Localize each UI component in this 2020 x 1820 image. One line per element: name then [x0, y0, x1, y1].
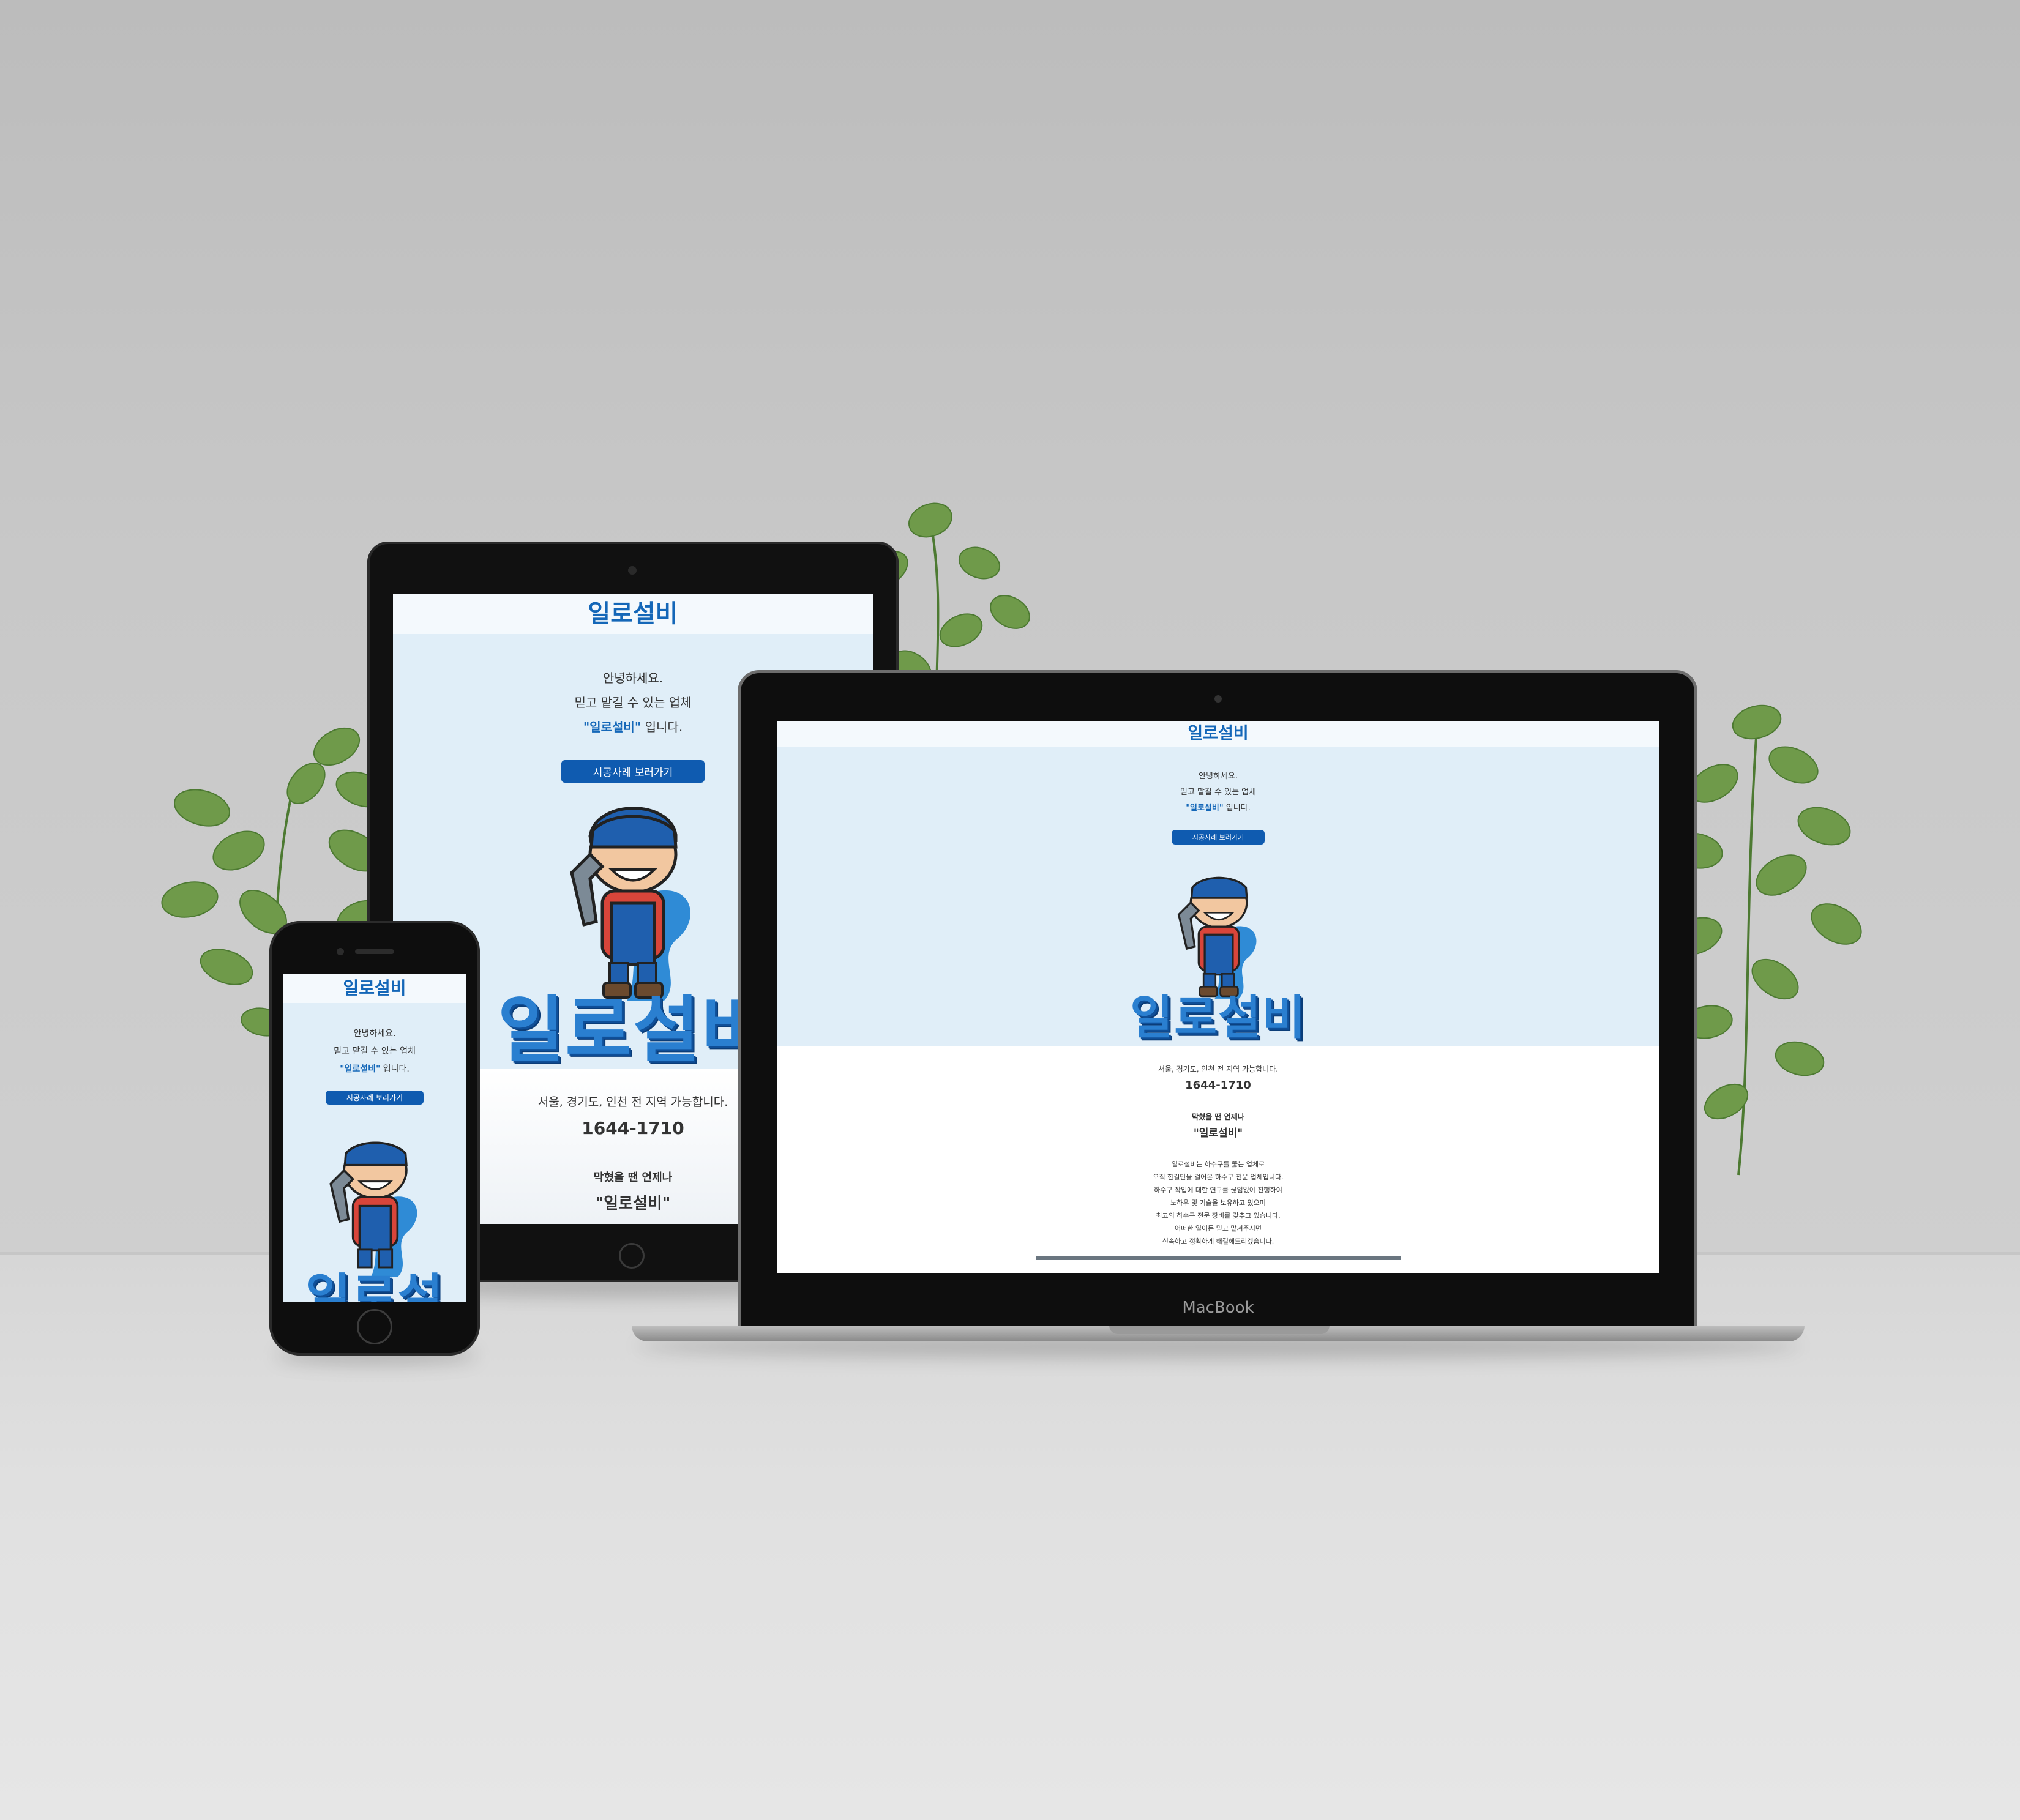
- site-logo[interactable]: 일로설비: [1188, 724, 1248, 743]
- hero-greeting: 안녕하세요.: [1199, 772, 1238, 781]
- hero-subtitle: 믿고 맡길 수 있는 업체: [1180, 788, 1257, 797]
- service-regions: 서울, 경기도, 인천 전 지역 가능합니다.: [1158, 1065, 1279, 1073]
- hero-subtitle: 믿고 맡길 수 있는 업체: [334, 1046, 416, 1056]
- mascot-plumber-icon: [1177, 876, 1257, 999]
- site-logo[interactable]: 일로설비: [343, 978, 406, 998]
- tablet-home-button[interactable]: [619, 1243, 645, 1269]
- phone-speaker: [355, 949, 394, 954]
- laptop-screen[interactable]: 일로설비 안녕하세요. 믿고 맡길 수 있는 업체 "일로설비" 입니다. 시공…: [777, 721, 1659, 1273]
- mascot-plumber-icon: [570, 807, 690, 1001]
- tablet-camera: [628, 566, 637, 575]
- gallery-strip: [1036, 1256, 1401, 1260]
- portfolio-button[interactable]: 시공사례 보러가기: [561, 760, 705, 783]
- about-line: 노하우 및 기술을 보유하고 있으며: [1170, 1199, 1266, 1207]
- about-line: 하수구 작업에 대한 연구를 끊임없이 진행하여: [1154, 1186, 1282, 1194]
- about-line: 최고의 하수구 전문 장비를 갖추고 있습니다.: [1156, 1212, 1281, 1220]
- portfolio-button[interactable]: 시공사례 보러가기: [325, 1091, 424, 1105]
- mascot-plumber-icon: [329, 1141, 417, 1277]
- slogan-line2: "일로설비": [1193, 1127, 1243, 1139]
- portfolio-button[interactable]: 시공사례 보러가기: [1171, 830, 1265, 845]
- contact-section: 서울, 경기도, 인천 전 지역 가능합니다. 1644-1710 막혔을 땐 …: [777, 1046, 1659, 1273]
- hero-section: 안녕하세요. 믿고 맡길 수 있는 업체 "일로설비" 입니다. 시공사례 보러…: [283, 1003, 466, 1302]
- phone-device: 일로설비 안녕하세요. 믿고 맡길 수 있는 업체 "일로설비" 입니다. 시공…: [269, 921, 480, 1356]
- phone-number[interactable]: 1644-1710: [777, 1079, 1659, 1092]
- hero-company-line: "일로설비" 입니다.: [340, 1064, 410, 1074]
- phone-screen[interactable]: 일로설비 안녕하세요. 믿고 맡길 수 있는 업체 "일로설비" 입니다. 시공…: [283, 974, 466, 1302]
- about-line: 어떠한 일이든 믿고 맡겨주시면: [1174, 1225, 1262, 1233]
- about-text: 일로설비는 하수구를 뚫는 업체로 오직 한길만을 걸어온 하수구 전문 업체입…: [777, 1158, 1659, 1248]
- about-line: 신속하고 정확하게 해결해드리겠습니다.: [1162, 1237, 1274, 1245]
- site-header: 일로설비: [393, 594, 873, 634]
- slogan-line1: 막혔을 땐 언제나: [1192, 1113, 1244, 1121]
- phone-home-button[interactable]: [357, 1309, 392, 1344]
- about-line: 오직 한길만을 걸어온 하수구 전문 업체입니다.: [1153, 1173, 1284, 1181]
- site-header: 일로설비: [777, 721, 1659, 747]
- site-logo[interactable]: 일로설비: [588, 600, 678, 628]
- hero-section: 안녕하세요. 믿고 맡길 수 있는 업체 "일로설비" 입니다. 시공사례 보러…: [777, 747, 1659, 1046]
- laptop-camera: [1214, 695, 1222, 703]
- hero-company-line: "일로설비" 입니다.: [1186, 804, 1251, 813]
- laptop-hinge-notch: [1109, 1326, 1330, 1334]
- hero-greeting: 안녕하세요.: [353, 1029, 396, 1039]
- laptop-device: 일로설비 안녕하세요. 믿고 맡길 수 있는 업체 "일로설비" 입니다. 시공…: [741, 673, 1694, 1326]
- mascot-title: 일로설비: [1130, 990, 1306, 1045]
- laptop-brand-label: MacBook: [1182, 1299, 1254, 1317]
- about-line: 일로설비는 하수구를 뚫는 업체로: [1171, 1160, 1265, 1168]
- phone-camera: [337, 948, 344, 955]
- mascot-title: 일로설비: [305, 1269, 444, 1302]
- site-header: 일로설비: [283, 974, 466, 1003]
